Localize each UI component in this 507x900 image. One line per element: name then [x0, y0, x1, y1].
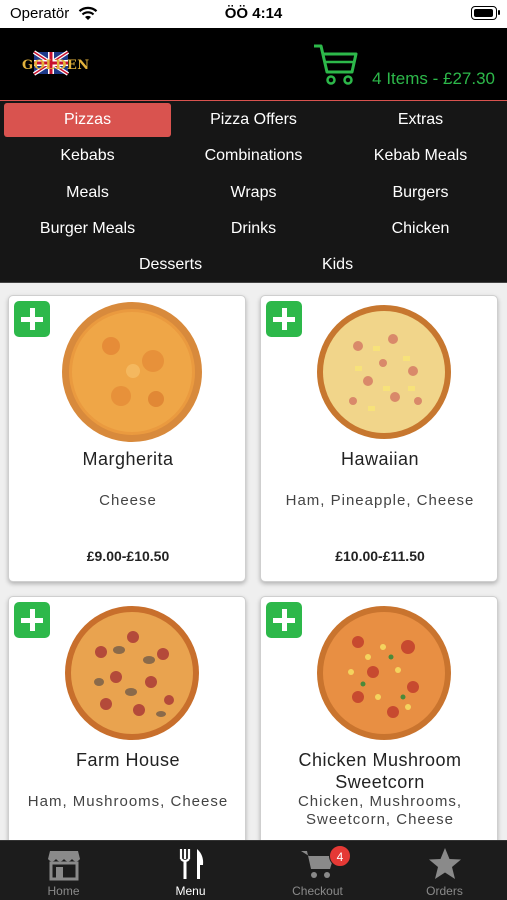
- product-description: Ham, Mushrooms, Cheese: [27, 793, 229, 810]
- store-icon: [48, 851, 80, 881]
- category-burgers[interactable]: Burgers: [337, 176, 504, 210]
- category-extras[interactable]: Extras: [337, 103, 504, 137]
- product-name: Margherita: [82, 449, 174, 469]
- category-combinations[interactable]: Combinations: [170, 139, 337, 173]
- add-to-cart-button[interactable]: [266, 602, 302, 638]
- tab-menu[interactable]: Menu: [127, 841, 254, 900]
- product-price: £9.00-£10.50: [86, 548, 170, 564]
- product-name: Hawaiian: [340, 449, 420, 469]
- product-description: Cheese: [99, 492, 157, 509]
- hawaiian-pizza-image: [317, 305, 451, 439]
- product-name: Farm House: [75, 750, 181, 770]
- product-name: Chicken Mushroom Sweetcorn: [298, 750, 462, 792]
- product-card-hawaiian[interactable]: Hawaiian Ham, Pineapple, Cheese £10.00-£…: [260, 295, 498, 582]
- category-menu: Pizzas Pizza Offers Extras Kebabs Combin…: [0, 100, 507, 283]
- product-grid: Margherita Cheese £9.00-£10.50 Hawaiian …: [0, 283, 507, 840]
- add-to-cart-button[interactable]: [14, 602, 50, 638]
- status-time: ÖÖ 4:14: [224, 5, 283, 22]
- category-burger-meals[interactable]: Burger Meals: [4, 212, 171, 246]
- checkout-badge: 4: [329, 845, 351, 867]
- category-kebab-meals[interactable]: Kebab Meals: [337, 139, 504, 173]
- tab-orders[interactable]: Orders: [381, 841, 507, 900]
- category-pizza-offers[interactable]: Pizza Offers: [170, 103, 337, 137]
- logo-text: GOLDEN: [22, 58, 90, 73]
- farm-house-pizza-image: [65, 606, 199, 740]
- margherita-pizza-image: [62, 302, 202, 442]
- product-price: £10.00-£11.50: [335, 548, 425, 564]
- tab-checkout[interactable]: 4 Checkout: [254, 841, 381, 900]
- product-card-chicken-mushroom-sweetcorn[interactable]: Chicken Mushroom Sweetcorn Chicken, Mush…: [260, 596, 498, 840]
- category-kebabs[interactable]: Kebabs: [4, 139, 171, 173]
- product-description: Ham, Pineapple, Cheese: [285, 492, 475, 509]
- category-wraps[interactable]: Wraps: [170, 176, 337, 210]
- brand-logo[interactable]: GOLDEN: [22, 50, 90, 82]
- category-chicken[interactable]: Chicken: [337, 212, 504, 246]
- category-drinks[interactable]: Drinks: [170, 212, 337, 246]
- category-kids[interactable]: Kids: [254, 248, 421, 282]
- category-meals[interactable]: Meals: [4, 176, 171, 210]
- tab-label: Menu: [175, 884, 206, 898]
- cart-icon[interactable]: [312, 42, 358, 88]
- product-description: Chicken, Mushrooms, Sweetcorn, Cheese: [297, 793, 463, 828]
- cart-summary[interactable]: 4 Items - £27.30: [372, 69, 495, 89]
- tab-label: Home: [47, 884, 80, 898]
- add-to-cart-button[interactable]: [266, 301, 302, 337]
- tab-label: Checkout: [292, 884, 343, 898]
- star-icon: [429, 848, 461, 879]
- tab-home[interactable]: Home: [0, 841, 127, 900]
- battery-icon: [471, 6, 500, 20]
- fork-knife-icon: [179, 849, 204, 879]
- status-bar: Operatör ÖÖ 4:14: [0, 0, 507, 28]
- chicken-mushroom-sweetcorn-pizza-image: [317, 606, 451, 740]
- bottom-tab-bar: Home Menu 4 Checkout Orders: [0, 840, 507, 900]
- tab-label: Orders: [426, 884, 463, 898]
- product-card-margherita[interactable]: Margherita Cheese £9.00-£10.50: [8, 295, 246, 582]
- app-header: GOLDEN 4 Items - £27.30: [0, 28, 507, 100]
- category-pizzas[interactable]: Pizzas: [4, 103, 171, 137]
- product-card-farm-house[interactable]: Farm House Ham, Mushrooms, Cheese: [8, 596, 246, 840]
- add-to-cart-button[interactable]: [14, 301, 50, 337]
- category-desserts[interactable]: Desserts: [87, 248, 254, 282]
